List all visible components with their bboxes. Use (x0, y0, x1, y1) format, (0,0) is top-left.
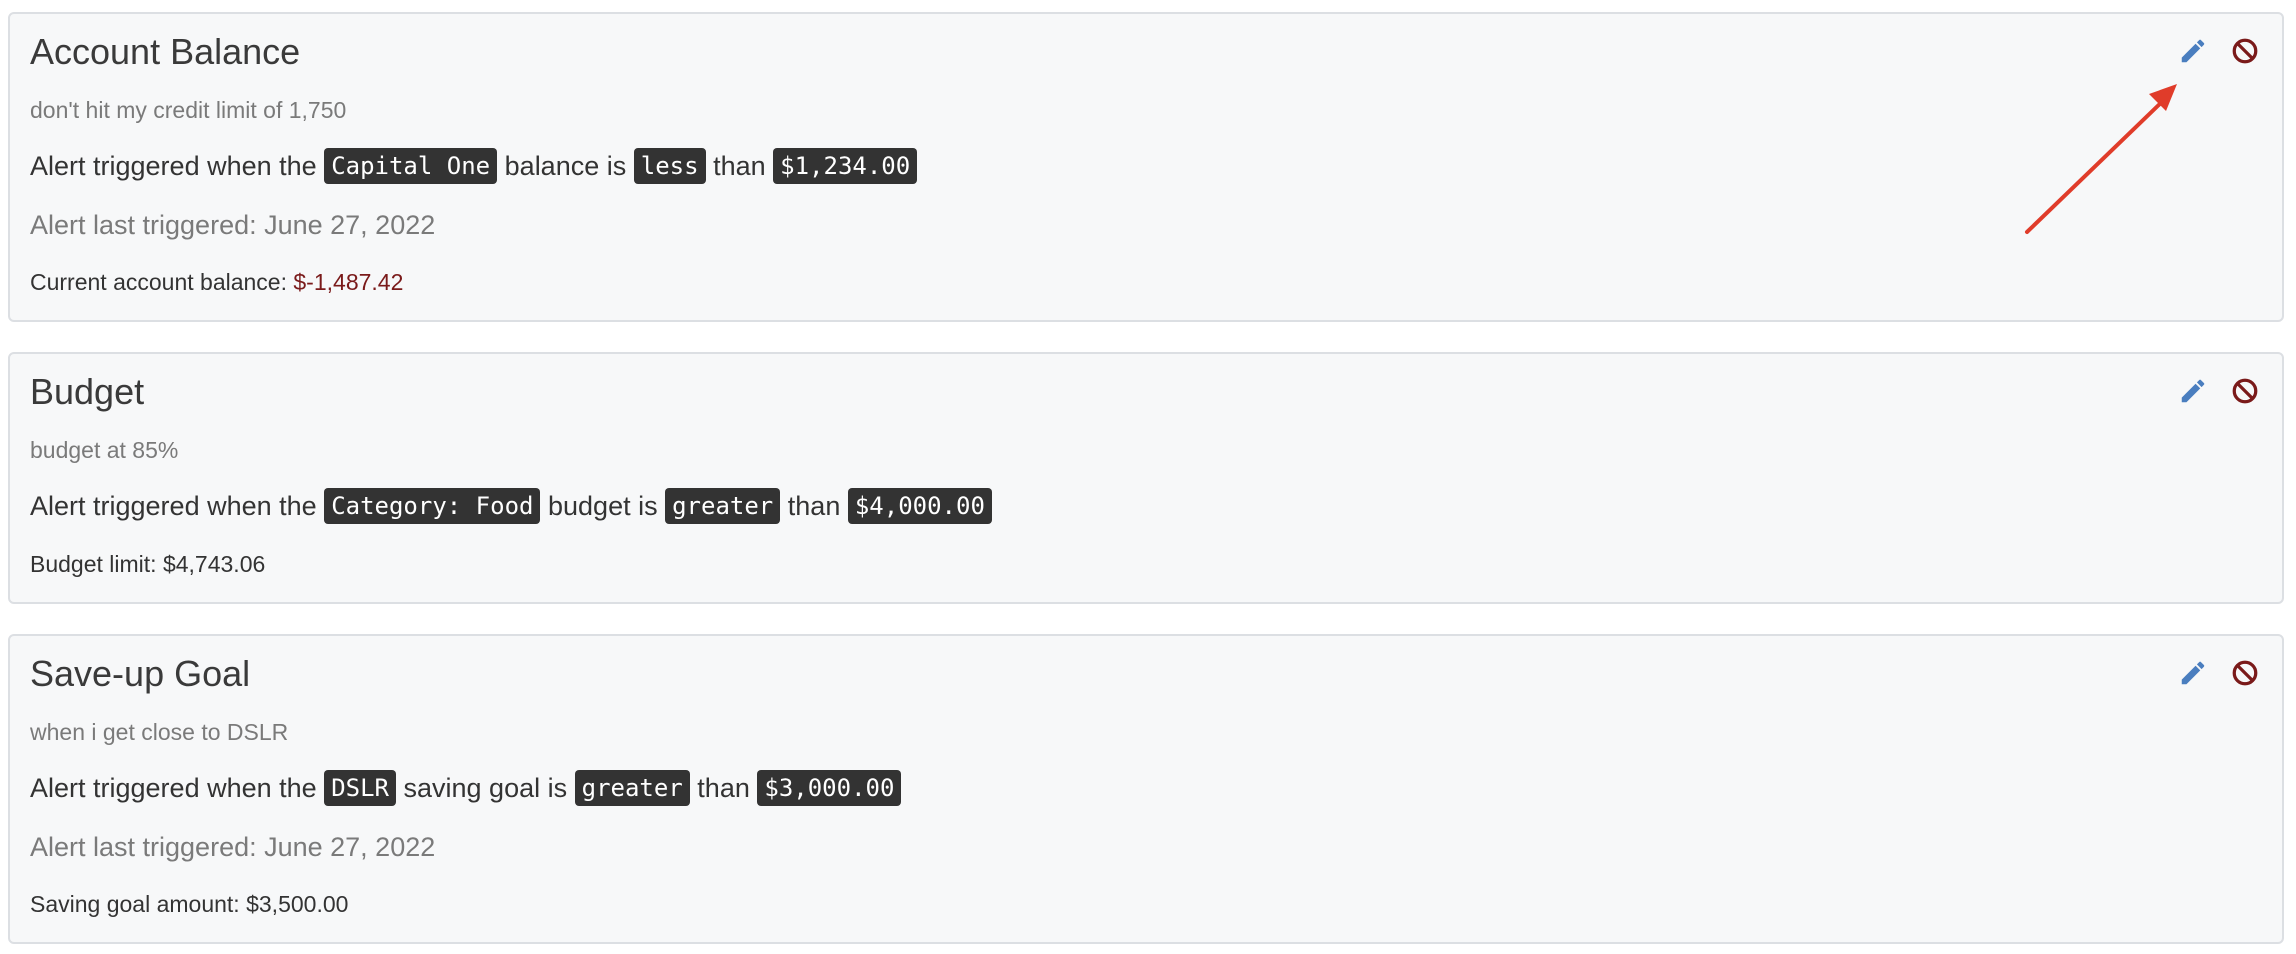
rule-comparator: less (633, 147, 706, 184)
alert-actions (2178, 376, 2260, 406)
ban-icon[interactable] (2230, 36, 2260, 66)
alert-actions (2178, 658, 2260, 688)
footer-label: Current account balance: (30, 269, 287, 295)
alert-rule: Alert triggered when the Category: Food … (30, 486, 992, 526)
rule-middle: saving goal is (403, 773, 568, 803)
alert-rule: Alert triggered when the DSLR saving goa… (30, 768, 902, 808)
rule-joiner: than (697, 773, 750, 803)
rule-prefix: Alert triggered when the (30, 491, 317, 521)
pencil-icon[interactable] (2178, 658, 2208, 688)
alert-title: Save-up Goal (30, 653, 251, 694)
alert-description: don't hit my credit limit of 1,750 (30, 97, 347, 123)
alert-rule: Alert triggered when the Capital One bal… (30, 146, 918, 186)
rule-middle: balance is (504, 151, 627, 181)
alert-title: Account Balance (30, 31, 301, 72)
ban-icon[interactable] (2230, 658, 2260, 688)
alert-last-triggered: Alert last triggered: June 27, 2022 (30, 210, 436, 240)
rule-comparator: greater (574, 769, 690, 806)
rule-prefix: Alert triggered when the (30, 151, 317, 181)
pencil-icon[interactable] (2178, 376, 2208, 406)
rule-amount: $4,000.00 (847, 487, 992, 524)
alert-description: when i get close to DSLR (30, 719, 289, 745)
rule-subject: Capital One (324, 147, 498, 184)
budget-limit-value: $4,743.06 (162, 551, 266, 577)
alert-actions (2178, 36, 2260, 66)
ban-icon[interactable] (2230, 376, 2260, 406)
alert-card-account-balance: Account Balance don't hit my credit limi… (8, 12, 2284, 322)
rule-subject: Category: Food (324, 487, 541, 524)
alert-footer: Saving goal amount: $3,500.00 (30, 890, 348, 918)
alert-card-save-up-goal: Save-up Goal when i get close to DSLR Al… (8, 634, 2284, 944)
rule-middle: budget is (548, 491, 658, 521)
footer-label: Saving goal amount: (30, 891, 240, 917)
rule-joiner: than (787, 491, 841, 521)
alert-last-triggered: Alert last triggered: June 27, 2022 (30, 832, 436, 862)
footer-label: Budget limit: (30, 551, 157, 577)
rule-joiner: than (713, 151, 766, 181)
current-balance-value: $-1,487.42 (293, 269, 404, 295)
alert-card-budget: Budget budget at 85% Alert triggered whe… (8, 352, 2284, 604)
saving-goal-value: $3,500.00 (246, 891, 349, 917)
rule-amount: $1,234.00 (773, 147, 918, 184)
rule-comparator: greater (665, 487, 781, 524)
pencil-icon[interactable] (2178, 36, 2208, 66)
alert-description: budget at 85% (30, 437, 179, 463)
rule-amount: $3,000.00 (757, 769, 902, 806)
alert-footer: Budget limit: $4,743.06 (30, 550, 265, 578)
alert-footer: Current account balance: $-1,487.42 (30, 268, 403, 296)
alert-title: Budget (30, 371, 145, 412)
rule-subject: DSLR (324, 769, 396, 806)
rule-prefix: Alert triggered when the (30, 773, 317, 803)
